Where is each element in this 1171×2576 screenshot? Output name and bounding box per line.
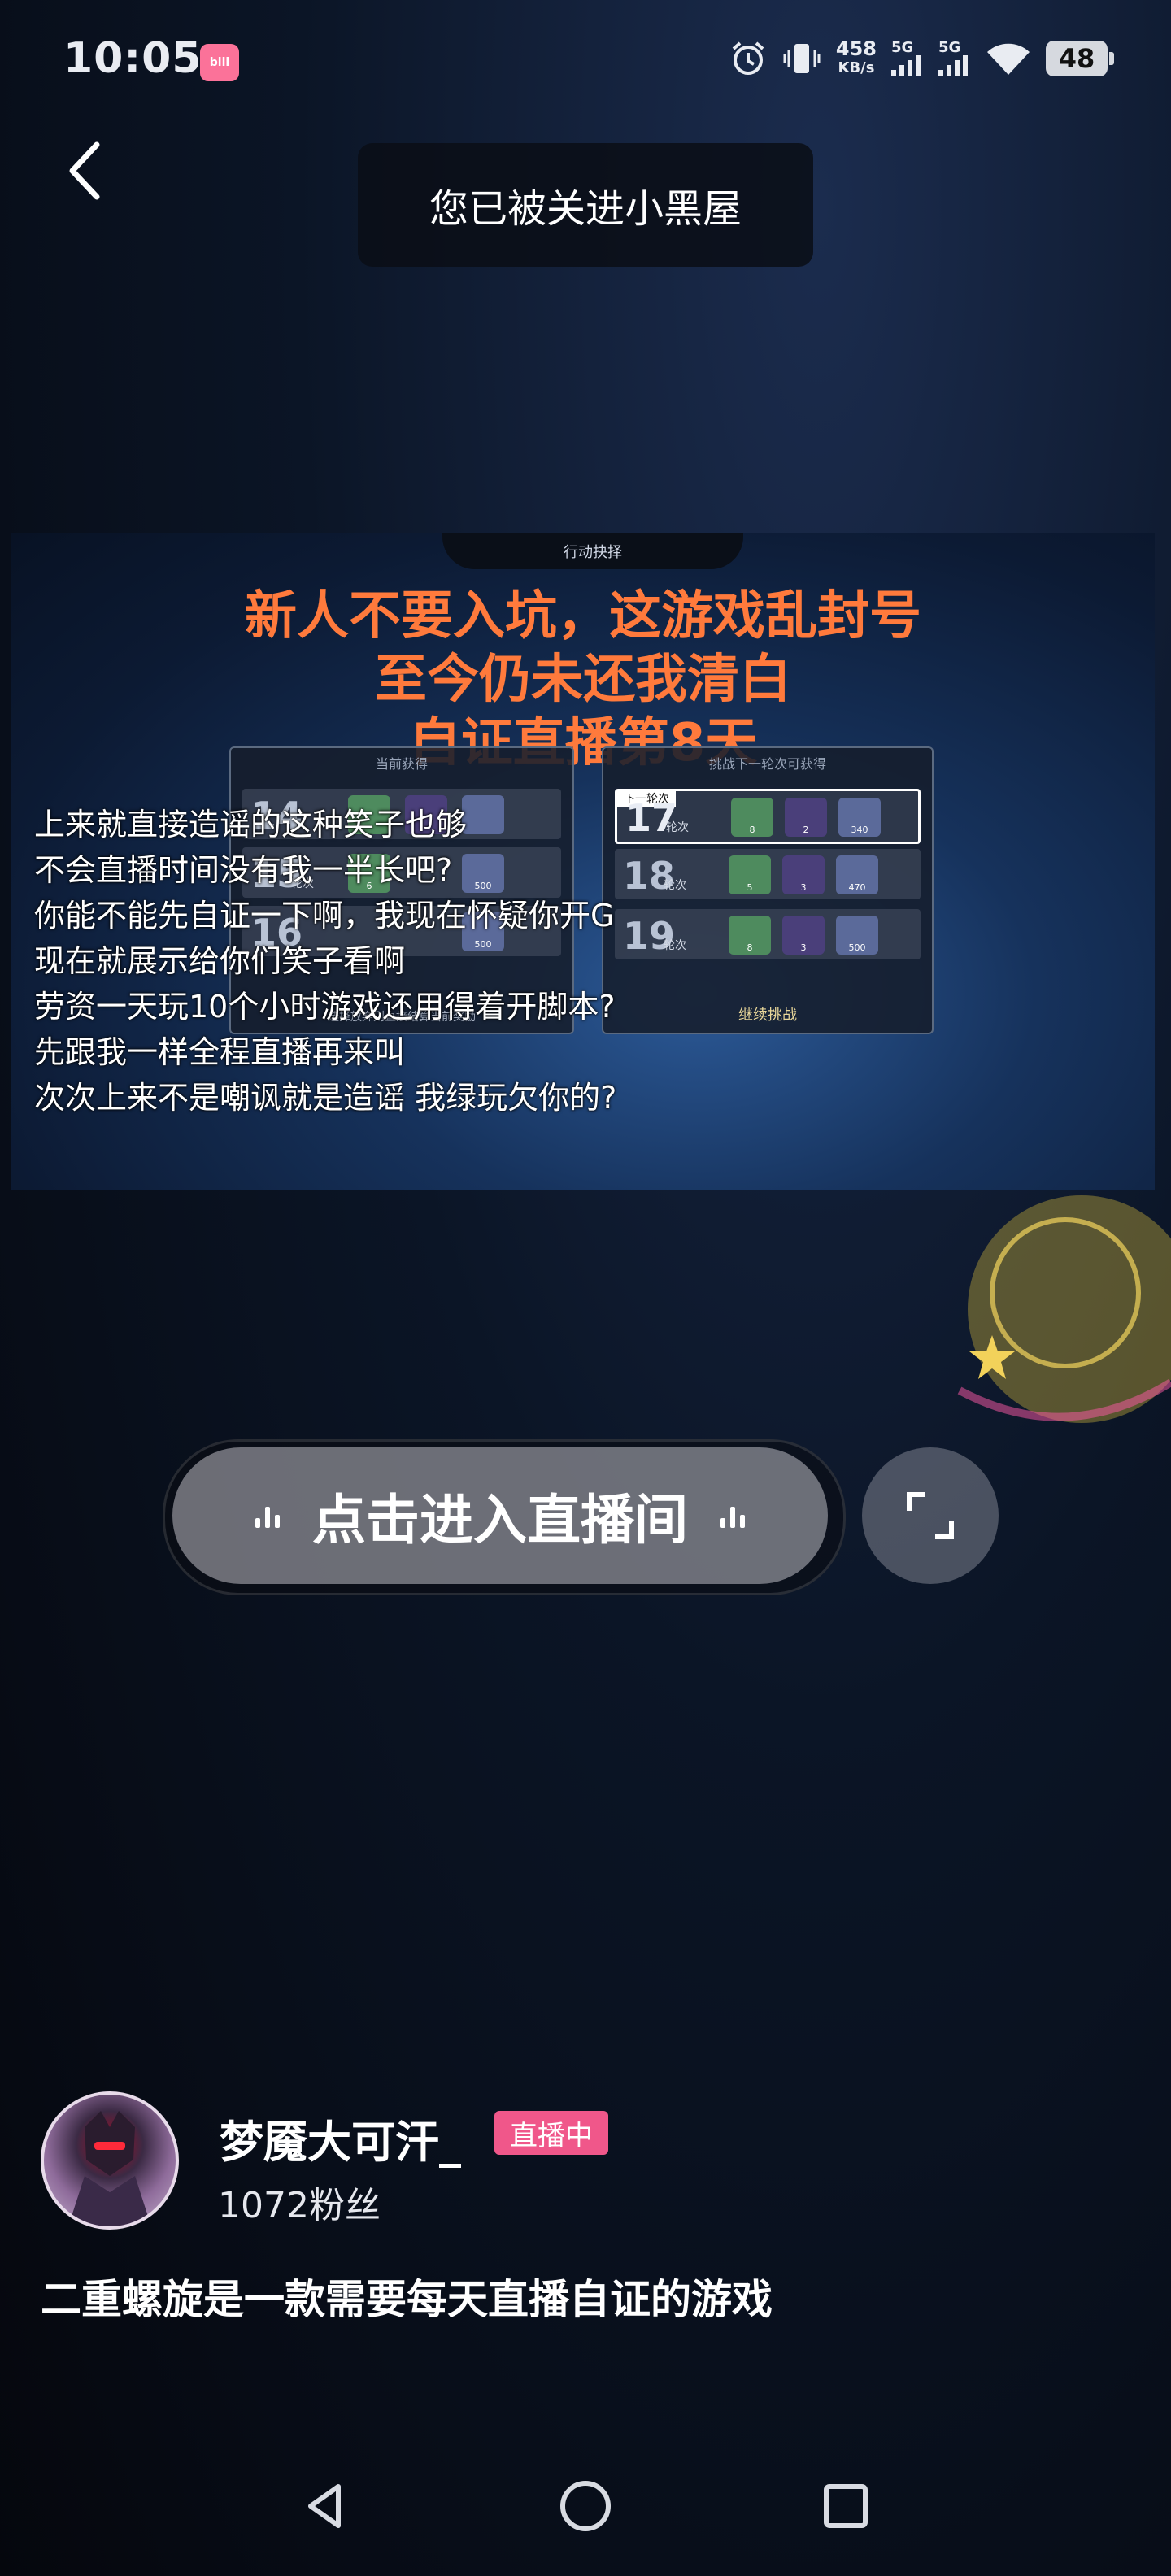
reward-item: 340 (838, 798, 881, 837)
signal-1-label: 5G (891, 39, 914, 56)
bilibili-app-icon: bili (200, 44, 239, 81)
panel-title: 挑战下一轮次可获得 (708, 756, 826, 772)
status-icons: 458 KB/s 5G 5G 48 (729, 39, 1114, 78)
headline-line-3: 自证直播第8天 (408, 713, 758, 773)
fullscreen-button[interactable] (862, 1447, 999, 1584)
round-label: 轮次 (666, 821, 689, 834)
chat-line: 次次上来不是嘲讽就是造谣 我绿玩欠你的? (34, 1080, 617, 1116)
net-speed-value: 458 (835, 37, 877, 60)
streamer-avatar[interactable] (41, 2091, 179, 2230)
continue-challenge-label: 继续挑战 (738, 1007, 797, 1024)
item-count: 2 (803, 825, 809, 835)
live-equalizer-icon (255, 1503, 280, 1528)
net-speed-unit: KB/s (838, 59, 875, 76)
chat-line: 不会直播时间没有我一半长吧? (34, 852, 453, 888)
fullscreen-icon (907, 1492, 954, 1539)
fans-count: 1072粉丝 (218, 2185, 381, 2226)
nav-back-icon[interactable] (299, 2480, 351, 2532)
signal-2: 5G (938, 41, 971, 76)
streamer-name[interactable]: 梦魇大可汗_ (220, 2106, 461, 2170)
signal-bars-icon (938, 55, 968, 76)
item-count: 3 (800, 942, 807, 953)
chat-line: 现在就展示给你们笑子看啊 (34, 943, 406, 979)
live-equalizer-icon (720, 1503, 745, 1528)
vibrate-icon (783, 44, 821, 73)
net-speed: 458 KB/s (836, 39, 877, 78)
item-count: 500 (848, 942, 866, 953)
item-count: 5 (747, 882, 753, 893)
blacklist-toast: 您已被关进小黑屋 (358, 143, 813, 267)
avatar-image (68, 2111, 151, 2226)
round-label: 轮次 (664, 879, 686, 892)
item-count: 470 (848, 882, 866, 893)
reward-item: 500 (836, 916, 878, 955)
panel-title: 当前获得 (375, 756, 428, 772)
live-status-badge: 直播中 (494, 2111, 608, 2155)
enter-live-room-button[interactable]: 点击进入直播间 (172, 1447, 828, 1584)
chat-line: 你能不能先自证一下啊，我现在怀疑你开G (34, 898, 615, 933)
item-count: 8 (747, 942, 753, 953)
battery-indicator: 48 (1046, 41, 1114, 76)
round-label: 轮次 (664, 939, 686, 952)
signal-bars-icon (891, 55, 921, 76)
signal-1: 5G (891, 41, 924, 76)
reward-item: 8 (731, 798, 773, 837)
planet-decoration (957, 1195, 1171, 1423)
wifi-icon (987, 43, 1030, 75)
chat-line: 劳资一天玩10个小时游戏还用得着开脚本? (34, 989, 616, 1025)
round-row-next: 下一轮次 17 轮次 8 2 340 (615, 789, 921, 844)
status-time: 10:05 (63, 34, 202, 83)
reward-item: 8 (729, 916, 771, 955)
item-count: 8 (749, 825, 755, 835)
enter-live-room-label: 点击进入直播间 (312, 1489, 688, 1551)
stream-description: 二重螺旋是一款需要每天直播自证的游戏 (41, 2276, 773, 2323)
reward-item: 470 (836, 855, 878, 894)
alarm-icon (732, 41, 764, 75)
chat-line: 先跟我一样全程直播再来叫 (34, 1034, 406, 1070)
item-count: 3 (800, 882, 807, 893)
chat-line: 上来就直接造谣的这种笑子也够 (34, 807, 468, 842)
chat-overlay: 上来就直接造谣的这种笑子也够 不会直播时间没有我一半长吧? 你能不能先自证一下啊… (34, 802, 616, 1120)
star-icon (969, 1335, 1015, 1379)
item-count: 340 (851, 825, 868, 835)
back-button[interactable] (52, 138, 117, 203)
live-preview-video[interactable]: 行动抉择 新人不要入坑，这游戏乱封号 至今仍未还我清白 自证直播第8天 当前获得… (11, 533, 1155, 1190)
round-row: 19 轮次 8 3 500 (615, 909, 921, 959)
signal-2-label: 5G (938, 39, 961, 56)
reward-item: 3 (782, 916, 825, 955)
reward-item: 3 (782, 855, 825, 894)
reward-item: 5 (729, 855, 771, 894)
next-round-panel: 挑战下一轮次可获得 下一轮次 17 轮次 8 2 340 18 轮次 5 3 4… (602, 746, 934, 1034)
nav-recent-apps-icon[interactable] (820, 2480, 872, 2532)
round-row: 18 轮次 5 3 470 (615, 849, 921, 899)
reward-item: 2 (785, 798, 827, 837)
nav-home-icon[interactable] (558, 2478, 613, 2534)
chevron-left-icon (69, 141, 100, 200)
video-top-tab: 行动抉择 (442, 533, 743, 569)
